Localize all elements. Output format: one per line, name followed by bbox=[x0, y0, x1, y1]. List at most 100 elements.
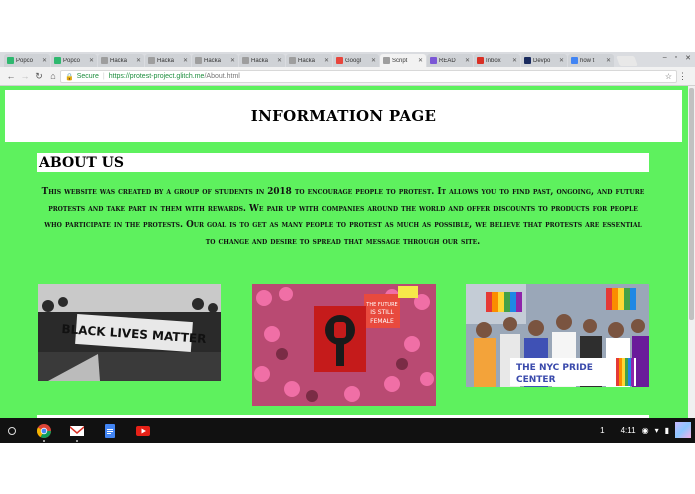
close-tab-icon[interactable]: ✕ bbox=[371, 57, 376, 64]
about-heading: ABOUT US bbox=[39, 154, 124, 171]
tab-9[interactable]: READ ✕ bbox=[427, 54, 473, 67]
tab-label: Popco bbox=[16, 57, 34, 64]
running-indicator bbox=[43, 439, 45, 442]
svg-text:IS STILL: IS STILL bbox=[370, 309, 394, 316]
favicon-icon bbox=[336, 57, 343, 64]
favicon-icon bbox=[148, 57, 155, 64]
about-text: This website was created by a group of s… bbox=[41, 187, 645, 247]
favicon-icon bbox=[524, 57, 531, 64]
maximize-icon[interactable]: ▫ bbox=[675, 54, 677, 62]
reload-icon[interactable]: ↻ bbox=[32, 71, 46, 82]
wifi-icon: ▾ bbox=[654, 425, 659, 435]
tab-label: Googl bbox=[345, 57, 362, 64]
tab-label: Hacka bbox=[110, 57, 128, 64]
notification-count: 1 bbox=[600, 425, 605, 435]
close-tab-icon[interactable]: ✕ bbox=[418, 57, 423, 64]
close-tab-icon[interactable]: ✕ bbox=[465, 57, 470, 64]
tab-label: Hacka bbox=[251, 57, 269, 64]
tab-6[interactable]: Hacka ✕ bbox=[286, 54, 332, 67]
close-tab-icon[interactable]: ✕ bbox=[512, 57, 517, 64]
gmail-icon[interactable] bbox=[70, 424, 84, 442]
favicon-icon bbox=[242, 57, 249, 64]
url-host: https://protest-project.glitch.me bbox=[108, 73, 205, 80]
favicon-icon bbox=[101, 57, 108, 64]
tab-0[interactable]: Popco ✕ bbox=[4, 54, 50, 67]
close-tab-icon[interactable]: ✕ bbox=[277, 57, 282, 64]
home-icon[interactable]: ⌂ bbox=[46, 71, 60, 81]
svg-text:CENTER: CENTER bbox=[516, 375, 556, 385]
secure-label: Secure bbox=[76, 73, 99, 80]
favicon-icon bbox=[195, 57, 202, 64]
close-tab-icon[interactable]: ✕ bbox=[324, 57, 329, 64]
svg-text:FEMALE: FEMALE bbox=[370, 318, 394, 325]
tab-1[interactable]: Popco ✕ bbox=[51, 54, 97, 67]
svg-text:THE NYC PRIDE: THE NYC PRIDE bbox=[516, 363, 593, 373]
close-tab-icon[interactable]: ✕ bbox=[183, 57, 188, 64]
minimize-icon[interactable]: – bbox=[663, 54, 667, 62]
tab-strip: Popco ✕ Popco ✕ Hacka ✕ Hacka ✕ Hacka ✕ Hacka… bbox=[0, 52, 695, 67]
favicon-icon bbox=[7, 57, 14, 64]
chrome-icon[interactable] bbox=[37, 423, 51, 442]
screen: Popco ✕ Popco ✕ Hacka ✕ Hacka ✕ Hacka ✕ Hacka… bbox=[0, 0, 695, 494]
address-bar[interactable]: 🔒 Secure | https://protest-project.glitc… bbox=[60, 70, 677, 83]
avatar[interactable] bbox=[675, 422, 691, 438]
tab-label: Hacka bbox=[204, 57, 222, 64]
favicon-icon bbox=[571, 57, 578, 64]
launcher-icon[interactable] bbox=[8, 426, 16, 435]
favicon-icon bbox=[54, 57, 61, 64]
battery-icon: ▮ bbox=[664, 425, 669, 435]
window-controls: – ▫ ✕ bbox=[663, 54, 691, 62]
header-box: INFORMATION PAGE bbox=[5, 90, 682, 142]
womens-march-photo: THE FUTURE IS STILL FEMALE bbox=[252, 284, 436, 406]
page-scrollbar[interactable] bbox=[688, 86, 695, 418]
running-indicator bbox=[76, 439, 78, 442]
tab-4[interactable]: Hacka ✕ bbox=[192, 54, 238, 67]
network-icon: ◉ bbox=[641, 425, 649, 435]
close-tab-icon[interactable]: ✕ bbox=[42, 57, 47, 64]
close-tab-icon[interactable]: ✕ bbox=[89, 57, 94, 64]
page-title: INFORMATION PAGE bbox=[250, 107, 437, 125]
tab-10[interactable]: Inbox ✕ bbox=[474, 54, 520, 67]
close-tab-icon[interactable]: ✕ bbox=[606, 57, 611, 64]
youtube-icon[interactable] bbox=[136, 424, 150, 438]
os-shelf: 1 4:11 ◉ ▾ ▮ bbox=[0, 418, 695, 443]
tab-label: READ bbox=[439, 57, 456, 64]
clock: 4:11 bbox=[620, 425, 636, 435]
tab-11[interactable]: Devpo ✕ bbox=[521, 54, 567, 67]
svg-text:THE FUTURE: THE FUTURE bbox=[365, 302, 397, 308]
tab-5[interactable]: Hacka ✕ bbox=[239, 54, 285, 67]
favicon-icon bbox=[383, 57, 390, 64]
close-window-icon[interactable]: ✕ bbox=[685, 54, 691, 62]
bookmark-star-icon[interactable]: ☆ bbox=[665, 72, 672, 81]
favicon-icon bbox=[430, 57, 437, 64]
new-tab-button[interactable] bbox=[616, 56, 638, 66]
menu-icon[interactable]: ⋮ bbox=[678, 71, 687, 82]
close-tab-icon[interactable]: ✕ bbox=[136, 57, 141, 64]
browser-toolbar: ← → ↻ ⌂ 🔒 Secure | https://protest-proje… bbox=[0, 67, 695, 86]
tab-label: Hacka bbox=[157, 57, 175, 64]
back-icon[interactable]: ← bbox=[4, 71, 18, 81]
black-lives-matter-photo: BLACK LIVES MATTER bbox=[38, 284, 221, 381]
nyc-pride-photo: THE NYC PRIDE CENTER bbox=[466, 284, 649, 387]
tab-8[interactable]: Script ✕ bbox=[380, 54, 426, 67]
about-heading-bar: ABOUT US bbox=[37, 153, 649, 172]
tab-label: Inbox bbox=[486, 57, 501, 64]
tab-label: how t bbox=[580, 57, 595, 64]
tab-2[interactable]: Hacka ✕ bbox=[98, 54, 144, 67]
tab-label: Script bbox=[392, 57, 408, 64]
lock-icon: 🔒 bbox=[65, 73, 74, 81]
favicon-icon bbox=[477, 57, 484, 64]
status-tray[interactable]: 1 4:11 ◉ ▾ ▮ bbox=[594, 422, 691, 438]
docs-icon[interactable] bbox=[103, 423, 117, 438]
close-tab-icon[interactable]: ✕ bbox=[559, 57, 564, 64]
forward-icon[interactable]: → bbox=[18, 71, 32, 81]
close-tab-icon[interactable]: ✕ bbox=[230, 57, 235, 64]
tab-3[interactable]: Hacka ✕ bbox=[145, 54, 191, 67]
url-path: /About.html bbox=[204, 73, 240, 80]
tab-label: Devpo bbox=[533, 57, 551, 64]
tab-12[interactable]: how t ✕ bbox=[568, 54, 614, 67]
favicon-icon bbox=[289, 57, 296, 64]
tab-label: Hacka bbox=[298, 57, 316, 64]
scrollbar-thumb[interactable] bbox=[689, 88, 694, 320]
tab-7[interactable]: Googl ✕ bbox=[333, 54, 379, 67]
